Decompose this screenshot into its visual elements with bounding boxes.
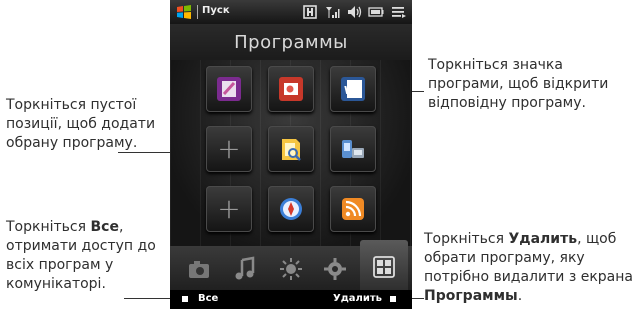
program-tile-onenote[interactable] [206, 66, 252, 112]
callout-empty-slot: Торкніться пустої позиції, щоб додати об… [6, 96, 166, 153]
empty-slot-2[interactable]: + [206, 186, 252, 232]
callout-empty-slot-text: Торкніться пустої позиції, щоб додати об… [6, 97, 156, 151]
onenote-icon [217, 77, 241, 101]
add-icon: + [217, 192, 241, 225]
rss-icon [342, 198, 364, 220]
battery-icon[interactable] [368, 4, 384, 20]
program-tile-file-explorer[interactable] [268, 126, 314, 172]
soft-key-bar: Все Удалить [170, 290, 412, 309]
program-tile-compass[interactable] [268, 186, 314, 232]
program-tile-word[interactable]: W [330, 66, 376, 112]
status-icons [302, 3, 406, 21]
status-bar: Пуск [170, 0, 412, 24]
weather-icon[interactable] [278, 256, 304, 282]
compass-icon [280, 198, 302, 220]
callout-all-bold: Все [90, 219, 119, 235]
device-sync-icon [342, 140, 364, 158]
svg-text:W: W [344, 84, 356, 97]
add-icon: + [217, 132, 241, 165]
powerpoint-icon [279, 77, 303, 101]
callout-program-icon-text: Торкніться значка програми, щоб відкрити… [428, 57, 609, 111]
callout-delete-bold: Удалить [508, 231, 578, 247]
settings-icon[interactable] [322, 256, 348, 282]
soft-key-left-marker [182, 296, 188, 302]
program-tile-rss[interactable] [330, 186, 376, 232]
signal-icon[interactable] [324, 4, 340, 20]
delete-softkey[interactable]: Удалить [333, 293, 382, 304]
music-icon[interactable] [232, 256, 258, 282]
volume-icon[interactable] [346, 4, 362, 20]
empty-slot-1[interactable]: + [206, 126, 252, 172]
all-softkey[interactable]: Все [198, 293, 218, 304]
page-title: Программы [234, 32, 348, 53]
bottom-tab-bar [170, 240, 412, 290]
callout-all-prefix: Торкніться [6, 219, 91, 235]
phone-screen: Пуск Программы W + + Все Удалить [170, 0, 412, 309]
program-tile-device-sync[interactable] [330, 126, 376, 172]
callout-delete: Торкніться Удалить, щоб обрати програму,… [424, 230, 634, 306]
status-separator [197, 5, 198, 19]
callout-program-icon: Торкніться значка програми, щоб відкрити… [428, 56, 628, 113]
camera-icon[interactable] [186, 256, 212, 282]
menu-icon[interactable] [390, 4, 406, 20]
start-label[interactable]: Пуск [202, 5, 230, 16]
callout-delete-suffix: . [517, 288, 523, 304]
word-icon: W [341, 77, 365, 101]
windows-flag-icon[interactable] [176, 4, 192, 20]
program-tile-powerpoint[interactable] [268, 66, 314, 112]
programs-icon[interactable] [371, 254, 397, 280]
network-icon[interactable] [302, 4, 318, 20]
callout-delete-bold2: Программы [424, 288, 518, 304]
callout-all: Торкніться Все, отримати доступ до всіх … [6, 218, 166, 294]
file-explorer-icon [282, 139, 301, 161]
soft-key-right-marker [390, 296, 396, 302]
callout-delete-prefix: Торкніться [424, 231, 509, 247]
